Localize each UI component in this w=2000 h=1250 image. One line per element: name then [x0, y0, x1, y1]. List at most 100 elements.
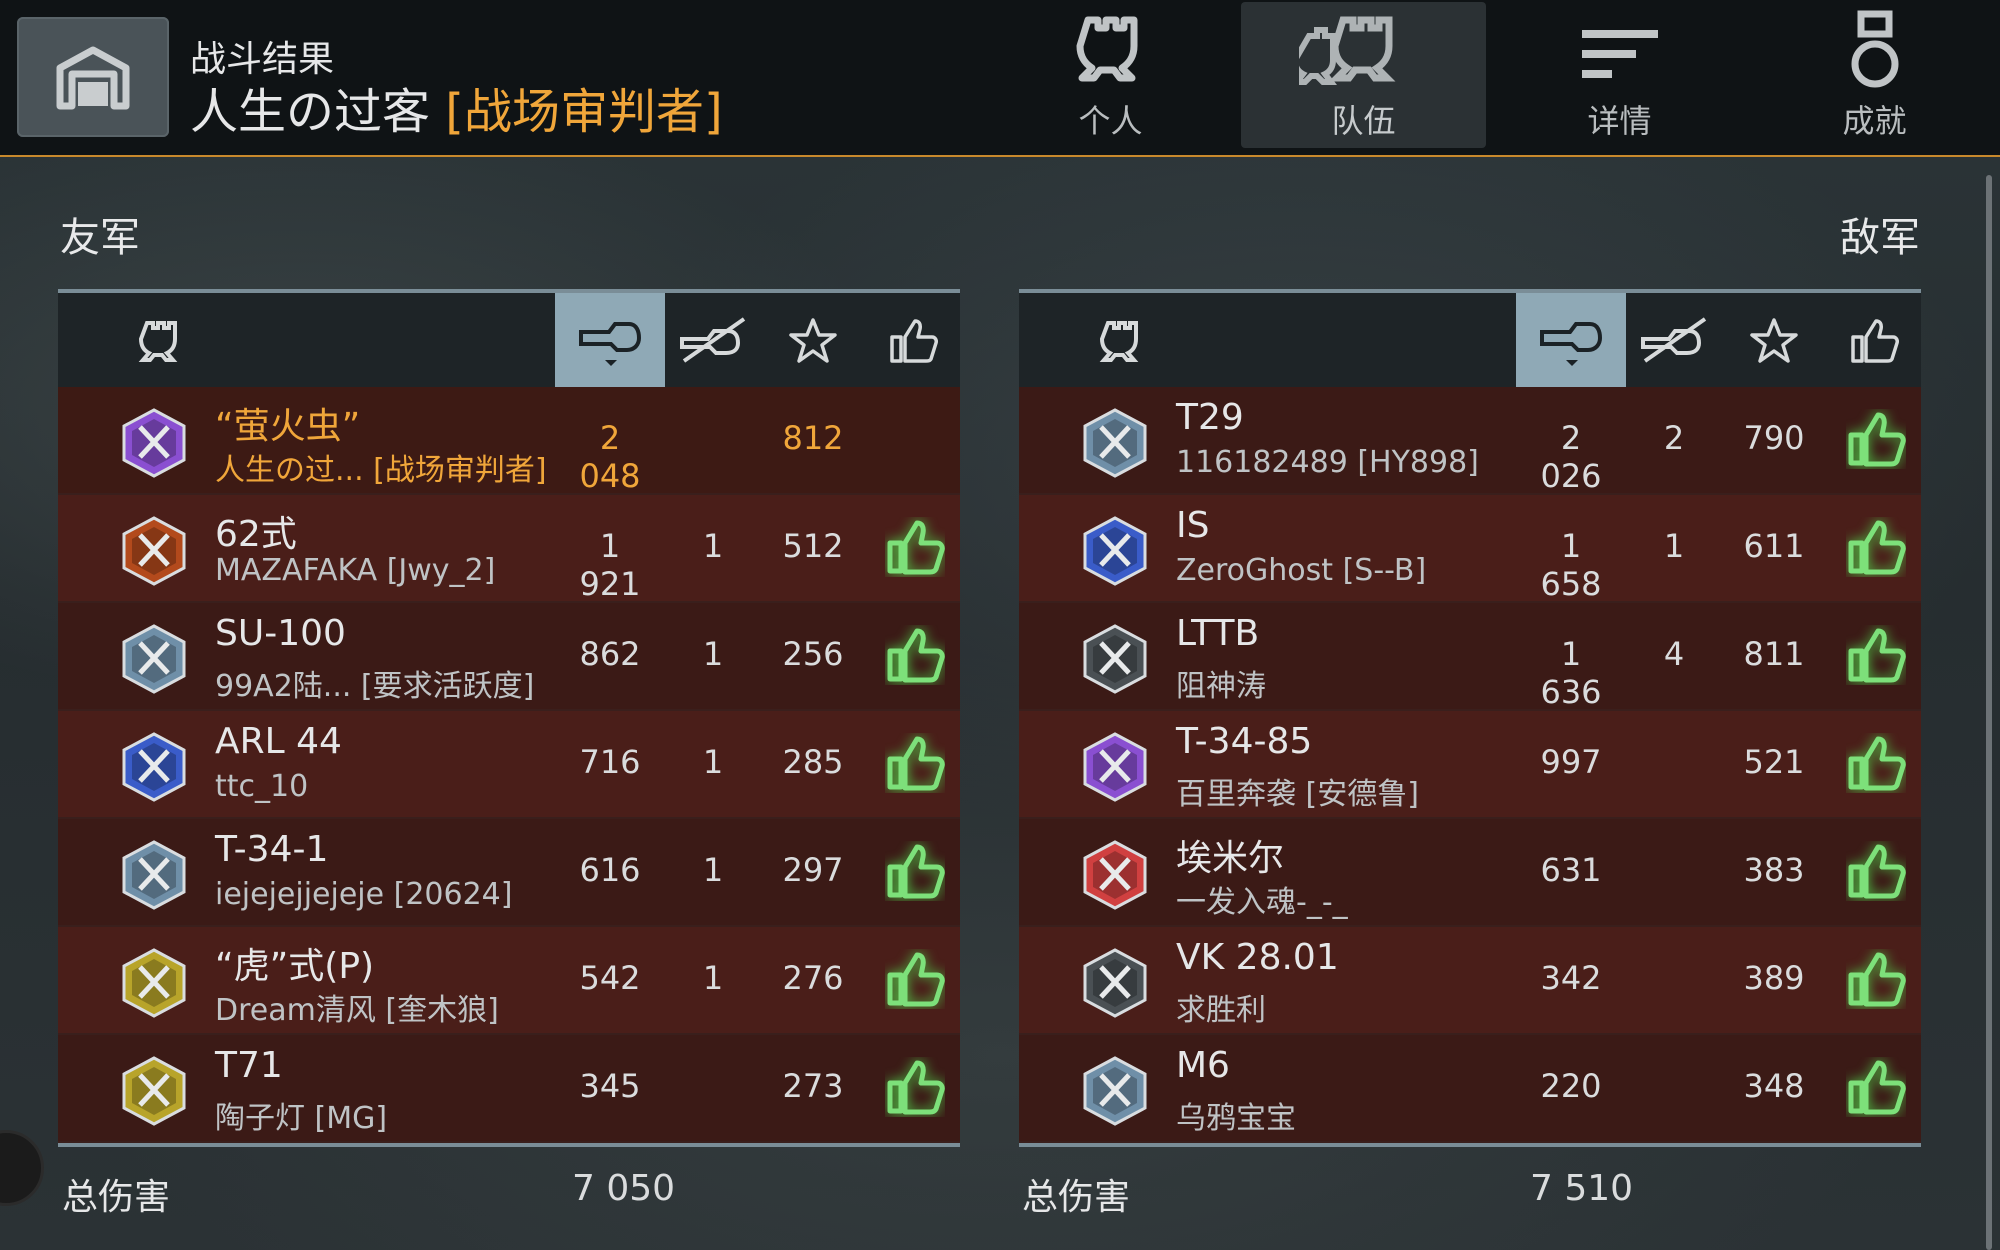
player-row[interactable]: 62式 MAZAFAKA [Jwy_2] 1 921 1 512 [58, 495, 960, 603]
tank-name: T-34-1 [215, 829, 329, 870]
col-damage[interactable] [555, 293, 665, 387]
allies-total-label: 总伤害 [62, 1177, 171, 1218]
thumb-up-icon[interactable] [1846, 841, 1906, 901]
tank-class-badge-icon [120, 407, 188, 479]
helmet-icon [1076, 16, 1137, 82]
col-score[interactable] [760, 293, 865, 387]
col-kills[interactable] [1626, 293, 1721, 387]
kills-value: 1 [702, 635, 724, 673]
player-row[interactable]: VK 28.01 求胜利 342 389 [1019, 927, 1921, 1035]
damage-icon [1540, 322, 1603, 366]
score-value: 383 [1743, 851, 1805, 889]
score-value: 256 [782, 635, 844, 673]
clan-tag: [战场审判者] [445, 84, 723, 140]
player-name: MAZAFAKA [Jwy_2] [215, 553, 496, 588]
scrollbar[interactable] [1986, 175, 1992, 1250]
col-tank[interactable] [1079, 293, 1165, 387]
tank-class-badge-icon [120, 731, 188, 803]
kills-value: 1 [702, 851, 724, 889]
player-row[interactable]: M6 乌鸦宝宝 220 348 [1019, 1035, 1921, 1143]
tank-class-badge-icon [1081, 515, 1149, 587]
player-row[interactable]: ARL 44 ttc_10 716 1 285 [58, 711, 960, 819]
garage-button[interactable] [17, 17, 169, 137]
tab-achievements[interactable]: 成就 [1752, 2, 1997, 148]
tab-details[interactable]: 详情 [1497, 2, 1742, 148]
enemies-rows: T29 116182489 [HY898] 2 026 2 790 IS ZeroGhost… [1019, 387, 1921, 1143]
damage-value: 1 636 [1540, 635, 1602, 711]
col-damage[interactable] [1516, 293, 1626, 387]
tank-class-badge-icon [1081, 623, 1149, 695]
tank-class-badge-icon [120, 839, 188, 911]
player-row[interactable]: T-34-1 iejejejjejeje [20624] 616 1 297 [58, 819, 960, 927]
thumb-up-icon[interactable] [1846, 733, 1906, 793]
player-row[interactable]: T-34-85 百里奔袭 [安德鲁] 997 521 [1019, 711, 1921, 819]
score-value: 521 [1743, 743, 1805, 781]
col-score[interactable] [1721, 293, 1826, 387]
tank-class-badge-icon [120, 515, 188, 587]
thumb-up-icon[interactable] [885, 841, 945, 901]
player-name: 人生の过客 [190, 84, 431, 140]
tab-team-label: 队伍 [1331, 102, 1396, 140]
damage-value: 997 [1540, 743, 1602, 781]
thumb-up-icon[interactable] [885, 949, 945, 1009]
tank-class-badge-icon [1081, 1055, 1149, 1127]
enemies-header-row [1019, 293, 1921, 387]
score-value: 790 [1743, 419, 1805, 457]
damage-value: 342 [1540, 959, 1602, 997]
enemies-total-label: 总伤害 [1022, 1177, 1131, 1218]
tank-name: T71 [215, 1045, 283, 1086]
player-row[interactable]: IS ZeroGhost [S--B] 1 658 1 611 [1019, 495, 1921, 603]
thumb-up-icon[interactable] [1846, 625, 1906, 685]
thumb-up-icon[interactable] [1846, 517, 1906, 577]
allies-header-row [58, 293, 960, 387]
kills-value: 1 [702, 527, 724, 565]
player-row[interactable]: LTTB 阻神涛 1 636 4 811 [1019, 603, 1921, 711]
allies-total-damage: 7 050 [572, 1168, 676, 1209]
thumb-up-icon[interactable] [885, 517, 945, 577]
player-row[interactable]: 埃米尔 一发入魂-_-_ 631 383 [1019, 819, 1921, 927]
score-value: 348 [1743, 1067, 1805, 1105]
player-row[interactable]: T29 116182489 [HY898] 2 026 2 790 [1019, 387, 1921, 495]
tank-name: T29 [1176, 397, 1244, 438]
kills-value: 1 [702, 959, 724, 997]
thumb-up-icon[interactable] [885, 625, 945, 685]
player-name: 乌鸦宝宝 [1176, 1101, 1296, 1136]
tank-name: 62式 [215, 514, 297, 555]
tank-helmet-icon [138, 321, 178, 362]
damage-value: 542 [579, 959, 641, 997]
damage-value: 862 [579, 635, 641, 673]
player-name: 一发入魂-_-_ [1176, 885, 1348, 920]
score-value: 273 [782, 1067, 844, 1105]
tank-class-badge-icon [120, 947, 188, 1019]
damage-value: 2 048 [579, 419, 641, 495]
player-name: 99A2陆... [要求活跃度] [215, 669, 535, 704]
col-tank[interactable] [118, 293, 204, 387]
score-value: 611 [1743, 527, 1805, 565]
tab-team[interactable]: 队伍 [1241, 2, 1486, 148]
score-value: 297 [782, 851, 844, 889]
tab-personal[interactable]: 个人 [988, 2, 1233, 148]
tank-name: “虎”式(P) [215, 946, 375, 987]
kills-value: 4 [1663, 635, 1685, 673]
tab-personal-label: 个人 [1078, 102, 1143, 140]
damage-value: 1 921 [579, 527, 641, 603]
tank-name: T-34-85 [1176, 721, 1313, 762]
player-name: 116182489 [HY898] [1176, 445, 1479, 480]
col-like[interactable] [1826, 293, 1921, 387]
player-name: 阻神涛 [1176, 669, 1266, 704]
damage-value: 2 026 [1540, 419, 1602, 495]
col-kills[interactable] [665, 293, 760, 387]
thumb-up-icon[interactable] [1846, 1057, 1906, 1117]
player-name: Dream清风 [奎木狼] [215, 993, 499, 1028]
thumb-up-icon[interactable] [885, 1057, 945, 1117]
thumb-up-icon[interactable] [885, 733, 945, 793]
col-like[interactable] [865, 293, 960, 387]
player-row[interactable]: “虎”式(P) Dream清风 [奎木狼] 542 1 276 [58, 927, 960, 1035]
thumb-up-icon[interactable] [1846, 949, 1906, 1009]
player-row[interactable]: SU-100 99A2陆... [要求活跃度] 862 1 256 [58, 603, 960, 711]
player-row[interactable]: T71 陶子灯 [MG] 345 273 [58, 1035, 960, 1143]
tank-name: 埃米尔 [1176, 838, 1285, 879]
thumb-up-icon[interactable] [1846, 409, 1906, 469]
tank-name: LTTB [1176, 613, 1260, 654]
player-row[interactable]: “萤火虫” 人生の过... [战场审判者] 2 048 812 [58, 387, 960, 495]
